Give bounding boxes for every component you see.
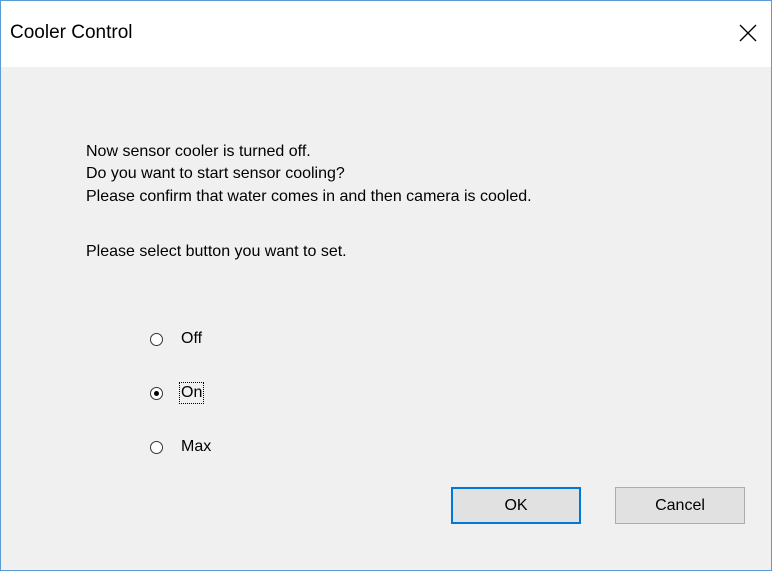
message-line-confirm: Please confirm that water comes in and t… [86, 188, 532, 205]
cooler-control-dialog: Cooler Control Now sensor cooler is turn… [0, 0, 772, 571]
close-button[interactable] [725, 1, 771, 67]
title-bar: Cooler Control [1, 1, 771, 67]
message-line-status: Now sensor cooler is turned off. [86, 143, 311, 160]
radio-label-off[interactable]: Off [180, 329, 203, 349]
radio-button-max[interactable] [150, 440, 163, 454]
radio-off[interactable]: Off [150, 327, 203, 351]
radio-selected-dot [154, 390, 159, 396]
dialog-body: Now sensor cooler is turned off. Do you … [1, 67, 771, 570]
message-line-question: Do you want to start sensor cooling? [86, 165, 345, 182]
radio-button-off[interactable] [150, 332, 163, 346]
radio-label-max[interactable]: Max [180, 437, 212, 457]
close-icon [739, 24, 757, 42]
ok-button[interactable]: OK [451, 487, 581, 524]
radio-label-on[interactable]: On [178, 382, 205, 404]
cancel-button[interactable]: Cancel [615, 487, 745, 524]
window-title: Cooler Control [10, 22, 133, 43]
radio-button-on[interactable] [150, 386, 163, 400]
radio-max[interactable]: Max [150, 435, 212, 459]
message-line-instruction: Please select button you want to set. [86, 243, 347, 260]
radio-on[interactable]: On [150, 381, 205, 405]
